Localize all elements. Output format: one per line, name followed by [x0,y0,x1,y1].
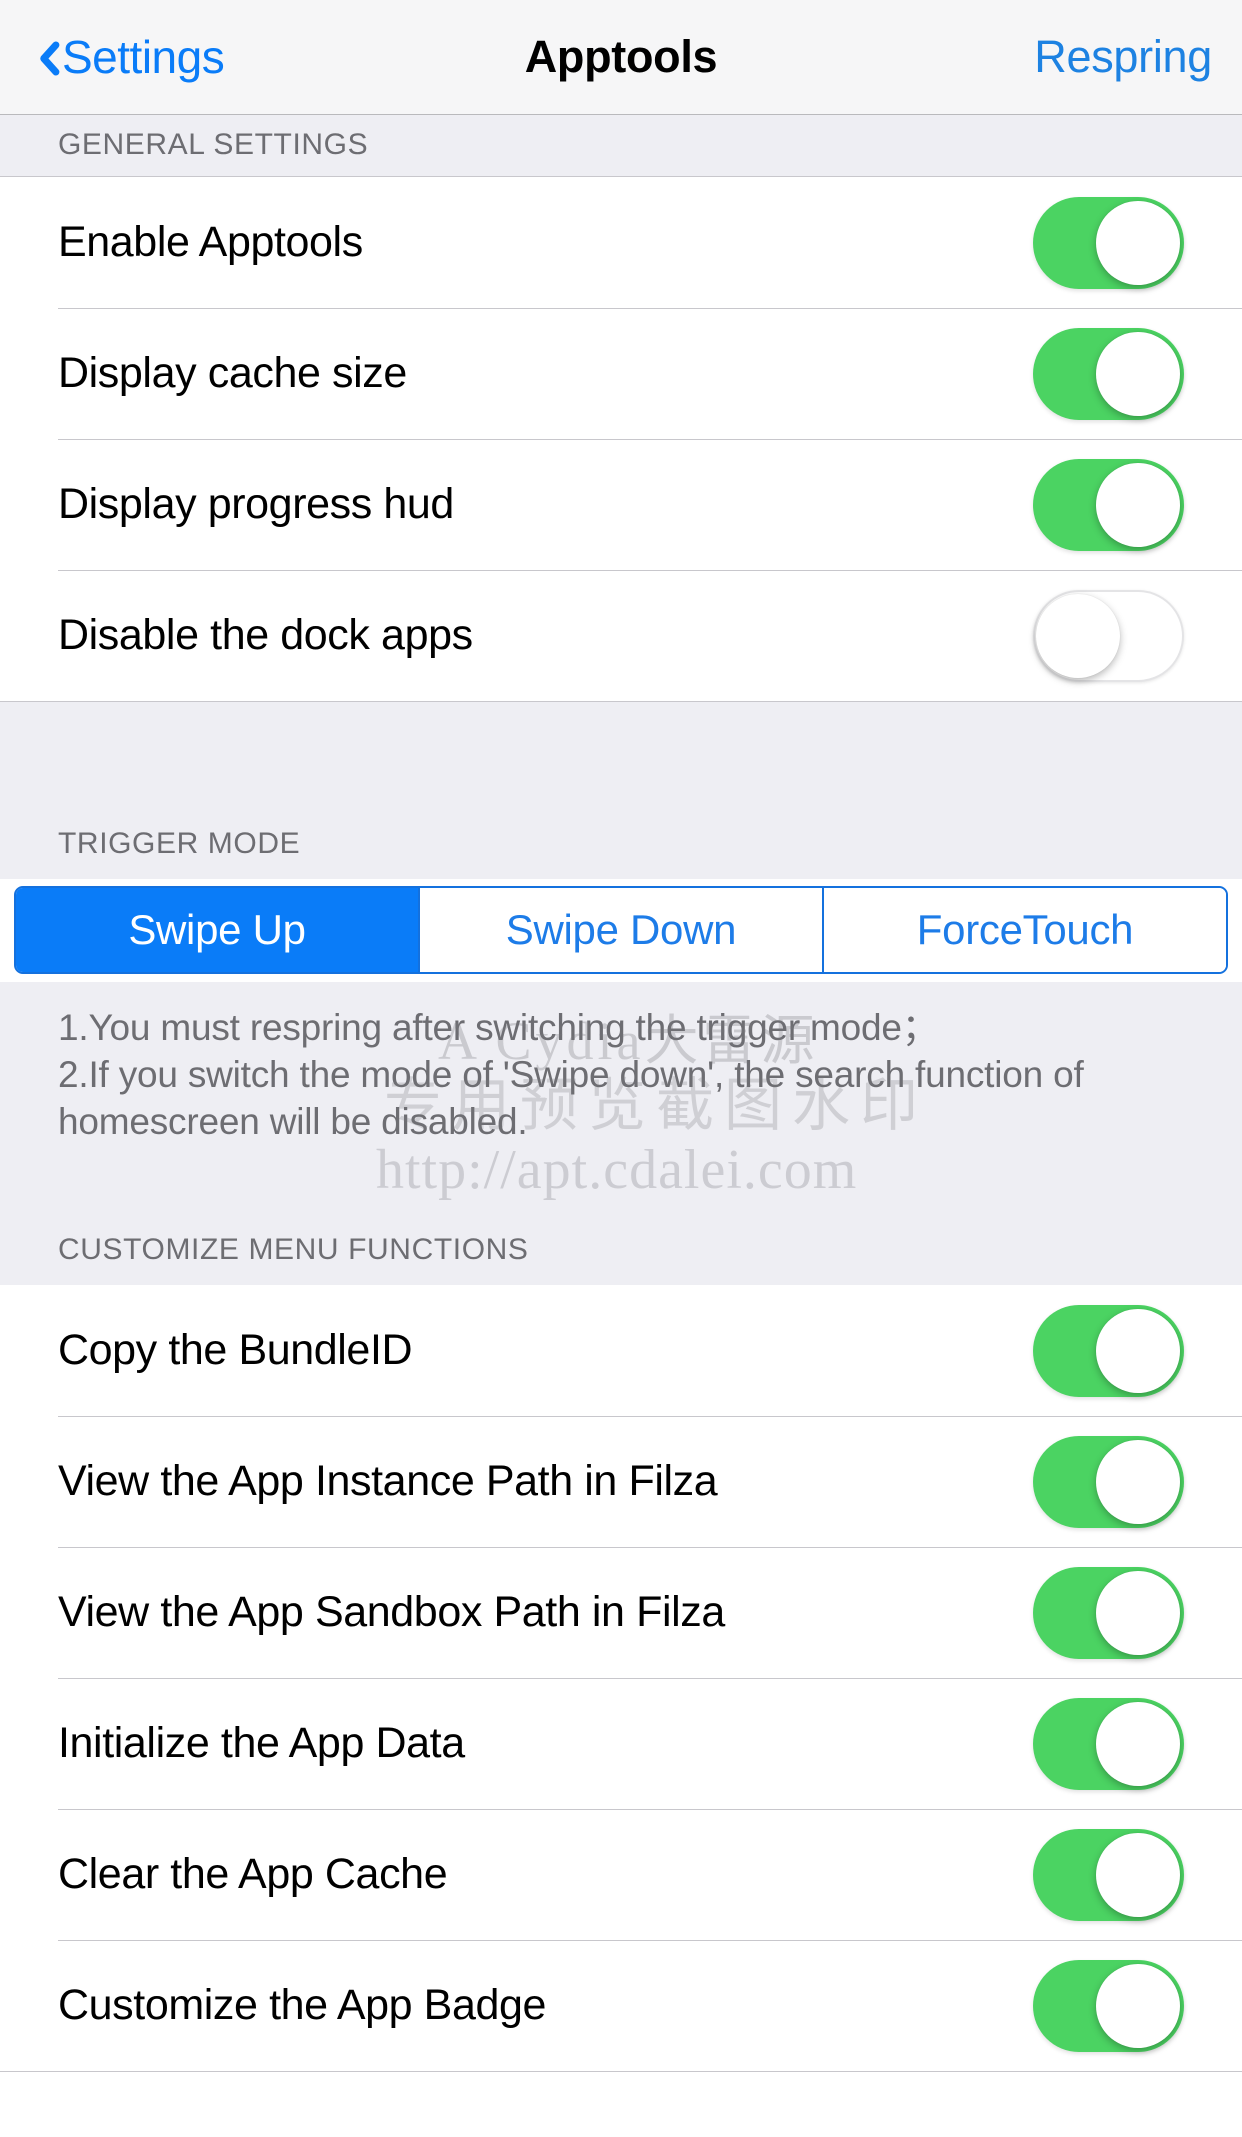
toggle-customize-the-app-badge[interactable] [1033,1959,1184,2052]
row-clear-the-app-cache[interactable]: Clear the App Cache [0,1809,1242,1940]
row-copy-the-bundleid[interactable]: Copy the BundleID [0,1285,1242,1416]
row-enable-apptools[interactable]: Enable Apptools [0,177,1242,308]
segment-swipe-up[interactable]: Swipe Up [16,888,420,972]
row-disable-the-dock-apps[interactable]: Disable the dock apps [0,570,1242,701]
row-display-progress-hud[interactable]: Display progress hud [0,439,1242,570]
toggle-display-cache-size[interactable] [1033,327,1184,420]
row-label: Enable Apptools [58,218,363,266]
row-label: Disable the dock apps [58,611,473,659]
customize-menu-functions-group: Copy the BundleID View the App Instance … [0,1285,1242,2072]
row-view-app-instance-path[interactable]: View the App Instance Path in Filza [0,1416,1242,1547]
toggle-knob [1096,1439,1180,1524]
toggle-copy-the-bundleid[interactable] [1033,1304,1184,1397]
row-label: Copy the BundleID [58,1326,413,1374]
row-label: Display cache size [58,349,407,397]
toggle-enable-apptools[interactable] [1033,196,1184,289]
toggle-knob [1096,1832,1180,1917]
trigger-mode-footer-note: 1.You must respring after switching the … [0,982,1242,1155]
trigger-mode-control-wrap: Swipe Up Swipe Down ForceTouch [0,879,1242,982]
toggle-knob [1096,462,1180,547]
toggle-knob [1096,200,1180,285]
section-gap [0,702,1242,749]
row-label: Customize the App Badge [58,1981,547,2029]
segment-swipe-down[interactable]: Swipe Down [420,888,824,972]
back-button-label: Settings [62,31,225,83]
toggle-disable-the-dock-apps[interactable] [1033,589,1184,682]
toggle-initialize-the-app-data[interactable] [1033,1697,1184,1790]
toggle-knob [1036,593,1120,678]
chevron-left-icon [30,35,56,79]
trigger-mode-segmented-control[interactable]: Swipe Up Swipe Down ForceTouch [14,886,1228,974]
toggle-display-progress-hud[interactable] [1033,458,1184,551]
toggle-knob [1096,1308,1180,1393]
navigation-bar: Settings Apptools Respring [0,0,1242,115]
row-label: Display progress hud [58,480,454,528]
segment-forcetouch[interactable]: ForceTouch [824,888,1226,972]
row-initialize-the-app-data[interactable]: Initialize the App Data [0,1678,1242,1809]
toggle-knob [1096,1701,1180,1786]
section-header-general: GENERAL SETTINGS [0,115,1242,177]
toggle-knob [1096,331,1180,416]
general-settings-group: Enable Apptools Display cache size Displ… [0,177,1242,702]
section-header-customize-menu-functions: CUSTOMIZE MENU FUNCTIONS [0,1155,1242,1285]
row-label: Clear the App Cache [58,1850,448,1898]
toggle-view-app-instance-path[interactable] [1033,1435,1184,1528]
toggle-view-app-sandbox-path[interactable] [1033,1566,1184,1659]
toggle-knob [1096,1963,1180,2048]
section-header-trigger-mode: TRIGGER MODE [0,749,1242,879]
back-button[interactable]: Settings [30,31,225,83]
row-label: Initialize the App Data [58,1719,465,1767]
toggle-knob [1096,1570,1180,1655]
row-label: View the App Instance Path in Filza [58,1457,718,1505]
toggle-clear-the-app-cache[interactable] [1033,1828,1184,1921]
row-display-cache-size[interactable]: Display cache size [0,308,1242,439]
row-view-app-sandbox-path[interactable]: View the App Sandbox Path in Filza [0,1547,1242,1678]
row-label: View the App Sandbox Path in Filza [58,1588,725,1636]
respring-button[interactable]: Respring [1034,31,1212,83]
row-customize-the-app-badge[interactable]: Customize the App Badge [0,1940,1242,2071]
